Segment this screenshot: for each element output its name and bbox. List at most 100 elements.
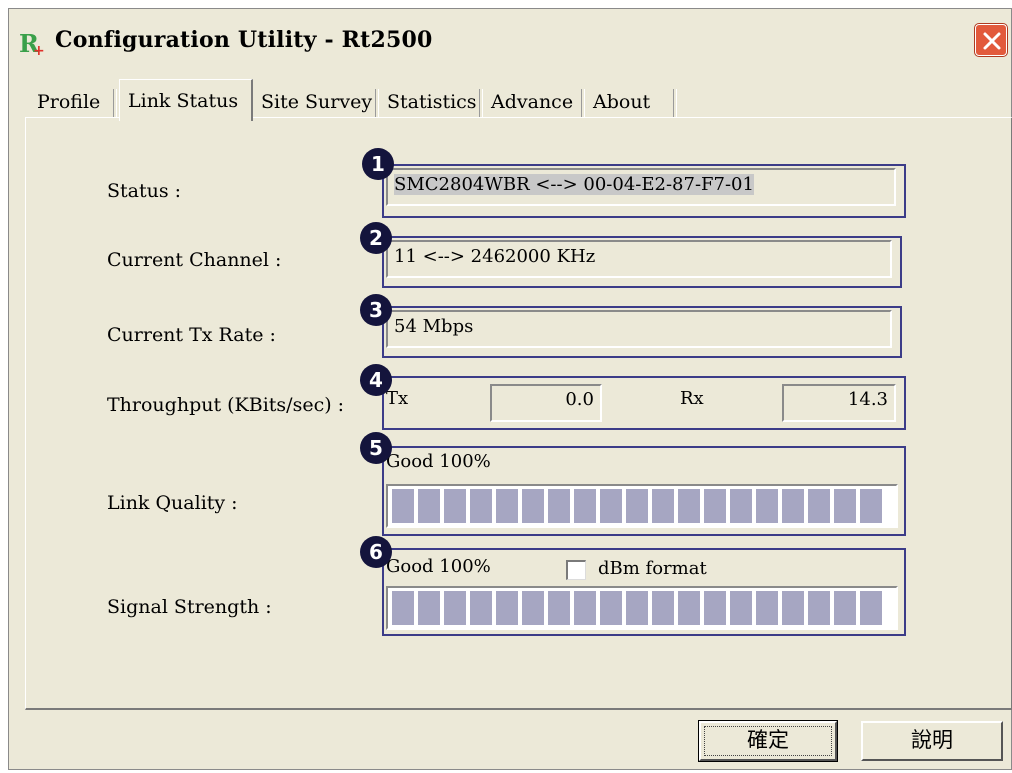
ralink-r-icon: R + bbox=[19, 29, 47, 59]
title-bar[interactable]: R + Configuration Utility - Rt2500 bbox=[9, 9, 1011, 69]
callout-badge-5: 5 bbox=[360, 432, 392, 464]
tab-profile[interactable]: Profile bbox=[29, 85, 117, 118]
meter-segment bbox=[496, 591, 518, 625]
tx-rate-label: Current Tx Rate : bbox=[107, 324, 276, 346]
tab-label: Profile bbox=[37, 91, 101, 113]
meter-segment bbox=[444, 489, 466, 523]
meter-segment bbox=[418, 489, 440, 523]
meter-segment bbox=[392, 489, 414, 523]
channel-label: Current Channel : bbox=[107, 249, 282, 271]
ok-button[interactable]: 確定 bbox=[698, 720, 838, 762]
signal-strength-text: Good 100% bbox=[386, 556, 491, 577]
meter-segment bbox=[860, 591, 882, 625]
tab-about[interactable]: About bbox=[585, 85, 677, 118]
tx-value: 0.0 bbox=[565, 389, 594, 410]
meter-segment bbox=[730, 591, 752, 625]
callout-badge-6: 6 bbox=[360, 536, 392, 568]
callout-badge-1: 1 bbox=[362, 148, 394, 180]
meter-segment bbox=[756, 591, 778, 625]
meter-segment bbox=[600, 489, 622, 523]
signal-strength-meter bbox=[386, 586, 898, 630]
meter-segment bbox=[522, 489, 544, 523]
rx-label: Rx bbox=[680, 388, 704, 409]
link-quality-meter-fill bbox=[392, 489, 894, 523]
meter-segment bbox=[678, 591, 700, 625]
link-quality-text: Good 100% bbox=[386, 451, 491, 472]
channel-value: 11 <--> 2462000 KHz bbox=[394, 246, 596, 267]
meter-segment bbox=[730, 489, 752, 523]
meter-segment bbox=[782, 489, 804, 523]
meter-segment bbox=[392, 591, 414, 625]
callout-badge-2: 2 bbox=[360, 222, 392, 254]
tab-label: Site Survey bbox=[261, 91, 373, 113]
link-quality-label: Link Quality : bbox=[107, 492, 238, 514]
tab-statistics[interactable]: Statistics bbox=[379, 85, 483, 118]
meter-segment bbox=[522, 591, 544, 625]
status-label: Status : bbox=[107, 180, 182, 202]
meter-segment bbox=[860, 489, 882, 523]
tx-rate-group: 54 Mbps bbox=[382, 306, 902, 358]
channel-group: 11 <--> 2462000 KHz bbox=[382, 236, 902, 288]
signal-strength-label: Signal Strength : bbox=[107, 596, 272, 618]
meter-segment bbox=[574, 591, 596, 625]
tab-link-status[interactable]: Link Status bbox=[119, 79, 253, 121]
meter-segment bbox=[444, 591, 466, 625]
tab-advance[interactable]: Advance bbox=[483, 85, 585, 118]
close-button[interactable] bbox=[975, 24, 1007, 56]
tx-label: Tx bbox=[386, 388, 409, 409]
meter-segment bbox=[782, 591, 804, 625]
tab-label: About bbox=[593, 91, 651, 113]
meter-segment bbox=[470, 591, 492, 625]
meter-segment bbox=[548, 489, 570, 523]
tab-label: Link Status bbox=[128, 90, 239, 112]
link-quality-group: Good 100% bbox=[382, 446, 906, 536]
tab-label: Statistics bbox=[387, 91, 477, 113]
meter-segment bbox=[834, 489, 856, 523]
help-button-label: 說明 bbox=[911, 728, 953, 752]
config-utility-window: R + Configuration Utility - Rt2500 Profi… bbox=[8, 8, 1012, 770]
channel-field: 11 <--> 2462000 KHz bbox=[386, 240, 892, 278]
tab-strip: Profile Link Status Site Survey Statisti… bbox=[19, 79, 1009, 121]
help-button[interactable]: 說明 bbox=[861, 721, 1003, 761]
tx-rate-value: 54 Mbps bbox=[394, 316, 474, 337]
meter-segment bbox=[652, 489, 674, 523]
meter-segment bbox=[626, 591, 648, 625]
status-field: SMC2804WBR <--> 00-04-E2-87-F7-01 bbox=[386, 168, 896, 206]
meter-segment bbox=[418, 591, 440, 625]
focus-ring bbox=[704, 726, 832, 756]
throughput-group: Tx 0.0 Rx 14.3 bbox=[382, 376, 906, 430]
meter-segment bbox=[548, 591, 570, 625]
meter-segment bbox=[704, 591, 726, 625]
tab-site-survey[interactable]: Site Survey bbox=[253, 85, 379, 118]
meter-segment bbox=[756, 489, 778, 523]
dbm-format-label[interactable]: dBm format bbox=[598, 558, 707, 579]
tx-value-field: 0.0 bbox=[490, 384, 602, 422]
rx-value-field: 14.3 bbox=[782, 384, 896, 422]
meter-segment bbox=[470, 489, 492, 523]
meter-segment bbox=[808, 489, 830, 523]
status-value: SMC2804WBR <--> 00-04-E2-87-F7-01 bbox=[394, 174, 754, 195]
meter-segment bbox=[652, 591, 674, 625]
meter-segment bbox=[678, 489, 700, 523]
link-status-panel: Status : 1 SMC2804WBR <--> 00-04-E2-87-F… bbox=[25, 117, 1012, 710]
tab-label: Advance bbox=[491, 91, 574, 113]
throughput-label: Throughput (KBits/sec) : bbox=[107, 394, 345, 416]
meter-segment bbox=[496, 489, 518, 523]
signal-strength-group: Good 100% dBm format bbox=[382, 548, 906, 636]
close-icon bbox=[983, 32, 1001, 50]
status-group: SMC2804WBR <--> 00-04-E2-87-F7-01 bbox=[382, 164, 906, 218]
meter-segment bbox=[626, 489, 648, 523]
signal-strength-meter-fill bbox=[392, 591, 894, 625]
link-quality-meter bbox=[386, 484, 898, 528]
svg-text:+: + bbox=[33, 43, 45, 56]
callout-badge-4: 4 bbox=[360, 364, 392, 396]
meter-segment bbox=[600, 591, 622, 625]
dbm-format-checkbox[interactable] bbox=[566, 560, 586, 580]
meter-segment bbox=[834, 591, 856, 625]
tx-rate-field: 54 Mbps bbox=[386, 310, 892, 348]
meter-segment bbox=[574, 489, 596, 523]
rx-value: 14.3 bbox=[847, 389, 888, 410]
meter-segment bbox=[808, 591, 830, 625]
meter-segment bbox=[704, 489, 726, 523]
callout-badge-3: 3 bbox=[360, 294, 392, 326]
